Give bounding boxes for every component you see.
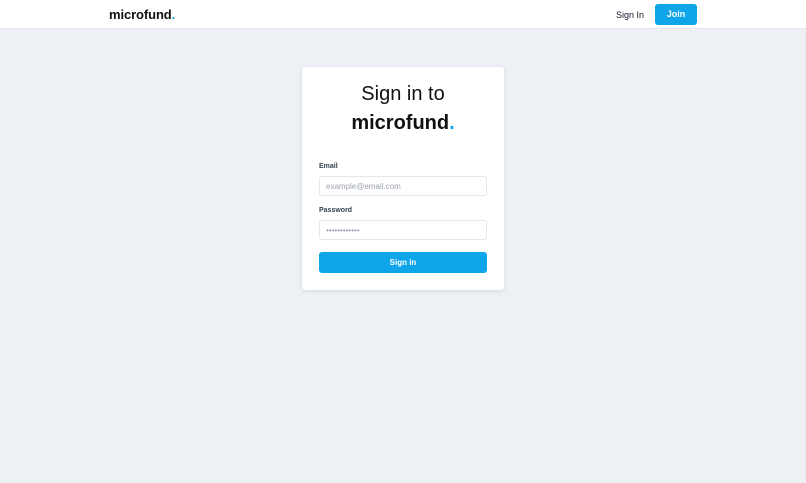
nav-sign-in-link[interactable]: Sign In: [616, 9, 644, 21]
password-label: Password: [319, 207, 353, 214]
sign-in-button[interactable]: Sign in: [319, 252, 487, 273]
brand-name: microfund: [109, 7, 172, 22]
password-field[interactable]: [319, 220, 487, 240]
sign-in-brand-dot: .: [449, 112, 455, 134]
email-label: Email: [319, 163, 338, 170]
email-field[interactable]: [319, 176, 487, 196]
sign-in-brand-title: microfund.: [302, 111, 504, 135]
sign-in-brand-name: microfund: [351, 112, 450, 134]
brand-logo[interactable]: microfund.: [109, 7, 175, 23]
sign-in-title: Sign in to: [361, 83, 445, 105]
brand-dot: .: [171, 7, 176, 22]
top-navbar: microfund. Sign In Join: [0, 0, 806, 29]
sign-in-card: Sign in to microfund. Email Password Sig…: [302, 67, 504, 290]
nav-join-button[interactable]: Join: [655, 4, 697, 25]
